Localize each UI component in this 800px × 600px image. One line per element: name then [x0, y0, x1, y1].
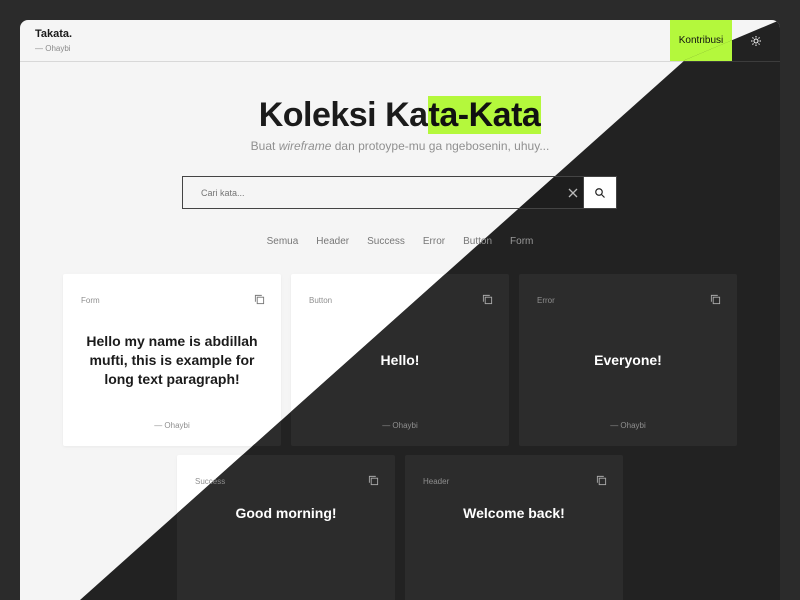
filter-error[interactable]: Error [423, 236, 445, 247]
phrase-card[interactable]: Form Hello my name is abdillah mufti, th… [63, 274, 281, 446]
search-button[interactable] [583, 176, 617, 209]
search-input[interactable] [183, 177, 563, 208]
card-author: — Ohaybi [382, 421, 418, 430]
title-highlight: ta-Kata [427, 96, 542, 134]
search-icon [595, 187, 605, 198]
card-text: Welcome back! [463, 504, 565, 521]
filter-success[interactable]: Success [367, 236, 405, 247]
filter-form[interactable]: Form [510, 236, 533, 247]
filter-semua[interactable]: Semua [267, 236, 299, 247]
clear-search-button[interactable] [565, 185, 581, 201]
phrase-card[interactable]: Error Everyone! — Ohaybi [519, 274, 737, 446]
sun-icon [751, 35, 761, 46]
subtitle-pre: Buat [250, 139, 279, 153]
top-bar: Takata. — Ohaybi Kontribusi [20, 20, 780, 62]
brand-author: — Ohaybi [35, 44, 71, 53]
app-window: Takata. — Ohaybi Kontribusi Koleksi Kata… [20, 20, 780, 600]
filter-header[interactable]: Header [316, 236, 349, 247]
brand-logo[interactable]: Takata. [35, 28, 72, 40]
subtitle-post: dan protoype-mu ga ngebosenin, uhuy... [331, 139, 550, 153]
card-author: — Ohaybi [154, 421, 190, 430]
title-plain: Koleksi Ka [258, 96, 428, 134]
card-author: — Ohaybi [610, 421, 646, 430]
phrase-card[interactable]: Header Welcome back! [405, 455, 623, 600]
subtitle-emphasis: wireframe [278, 139, 332, 153]
close-icon [568, 188, 578, 198]
